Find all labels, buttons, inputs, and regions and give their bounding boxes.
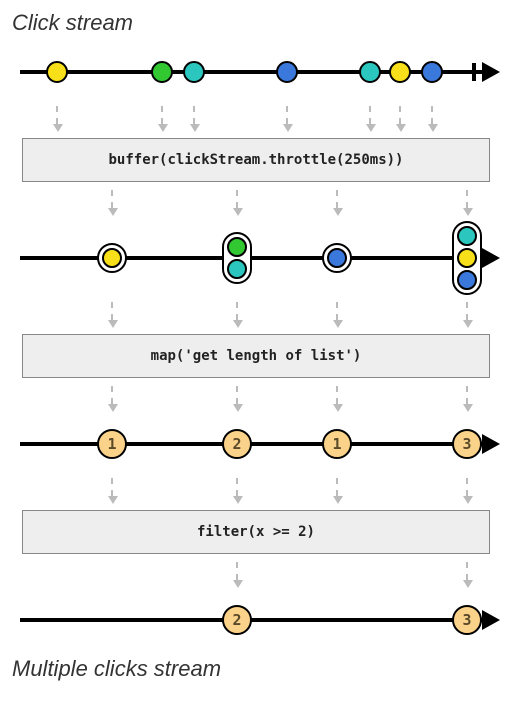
flow-arrow-icon bbox=[111, 386, 113, 404]
flow-arrow-icon bbox=[286, 106, 288, 124]
flow-arrow-icon bbox=[466, 190, 468, 208]
input-timeline bbox=[12, 42, 500, 102]
flow-arrow-icon bbox=[236, 302, 238, 320]
marble-yellow bbox=[102, 248, 122, 268]
flow-arrow-icon bbox=[336, 386, 338, 404]
flow-arrow-icon bbox=[336, 190, 338, 208]
marble-blue bbox=[457, 270, 477, 290]
marble-blue bbox=[276, 61, 298, 83]
flow-arrow-icon bbox=[369, 106, 371, 124]
operator-map: map('get length of list') bbox=[22, 334, 490, 378]
marble-teal bbox=[359, 61, 381, 83]
length-marble: 2 bbox=[222, 429, 252, 459]
length-marble: 3 bbox=[452, 429, 482, 459]
length-marble: 3 bbox=[452, 605, 482, 635]
flow-arrow-icon bbox=[236, 478, 238, 496]
marble-blue bbox=[421, 61, 443, 83]
flow-arrow-icon bbox=[161, 106, 163, 124]
buffered-group bbox=[452, 221, 482, 295]
flow-arrow-icon bbox=[236, 562, 238, 580]
top-title: Click stream bbox=[12, 10, 500, 36]
flow-arrow-icon bbox=[236, 386, 238, 404]
arrow-row bbox=[12, 102, 500, 134]
marble-blue bbox=[327, 248, 347, 268]
timeline-axis bbox=[20, 618, 488, 622]
flow-arrow-icon bbox=[466, 562, 468, 580]
arrow-row bbox=[12, 558, 500, 590]
marble-teal bbox=[457, 226, 477, 246]
marble-green bbox=[151, 61, 173, 83]
flow-arrow-icon bbox=[466, 302, 468, 320]
flow-arrow-icon bbox=[236, 190, 238, 208]
operator-buffer: buffer(clickStream.throttle(250ms)) bbox=[22, 138, 490, 182]
arrow-row bbox=[12, 474, 500, 506]
flow-arrow-icon bbox=[111, 478, 113, 496]
buffered-group bbox=[97, 243, 127, 273]
marble-yellow bbox=[46, 61, 68, 83]
timeline-axis bbox=[20, 70, 488, 74]
arrow-row bbox=[12, 382, 500, 414]
flow-arrow-icon bbox=[336, 302, 338, 320]
marble-teal bbox=[227, 259, 247, 279]
arrow-row bbox=[12, 186, 500, 218]
marble-teal bbox=[183, 61, 205, 83]
timeline-axis bbox=[20, 442, 488, 446]
flow-arrow-icon bbox=[466, 386, 468, 404]
marble-green bbox=[227, 237, 247, 257]
marble-yellow bbox=[389, 61, 411, 83]
flow-arrow-icon bbox=[111, 190, 113, 208]
mapped-timeline: 1 2 1 3 bbox=[12, 414, 500, 474]
buffered-group bbox=[222, 232, 252, 284]
filtered-timeline: 23 bbox=[12, 590, 500, 650]
flow-arrow-icon bbox=[111, 302, 113, 320]
arrow-row bbox=[12, 298, 500, 330]
marble-yellow bbox=[457, 248, 477, 268]
timeline-axis bbox=[20, 256, 488, 260]
length-marble: 1 bbox=[322, 429, 352, 459]
flow-arrow-icon bbox=[466, 478, 468, 496]
flow-arrow-icon bbox=[431, 106, 433, 124]
length-marble: 1 bbox=[97, 429, 127, 459]
flow-arrow-icon bbox=[56, 106, 58, 124]
length-marble: 2 bbox=[222, 605, 252, 635]
buffered-group bbox=[322, 243, 352, 273]
flow-arrow-icon bbox=[399, 106, 401, 124]
flow-arrow-icon bbox=[193, 106, 195, 124]
flow-arrow-icon bbox=[336, 478, 338, 496]
buffered-timeline bbox=[12, 218, 500, 298]
bottom-title: Multiple clicks stream bbox=[12, 656, 500, 682]
operator-filter: filter(x >= 2) bbox=[22, 510, 490, 554]
